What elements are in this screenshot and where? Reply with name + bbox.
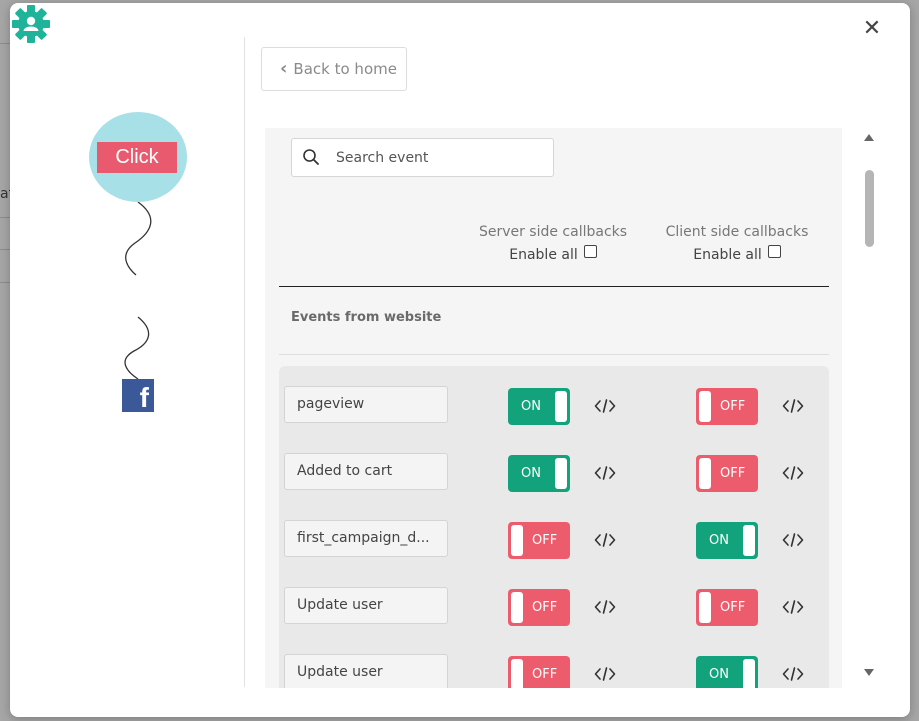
- event-name-field[interactable]: Update user: [284, 654, 448, 688]
- client-toggle-label: ON: [709, 533, 729, 548]
- event-name-field[interactable]: Update user: [284, 587, 448, 624]
- chevron-left-icon: ‹: [280, 58, 288, 79]
- code-icon[interactable]: [782, 599, 804, 615]
- flow-connector-lines: [124, 201, 152, 380]
- code-icon[interactable]: [782, 398, 804, 414]
- server-callback-toggle[interactable]: ON: [508, 455, 570, 492]
- client-callbacks-title: Client side callbacks: [665, 224, 809, 240]
- client-toggle-label: OFF: [720, 466, 746, 481]
- server-enable-all: Enable all: [473, 245, 633, 263]
- events-panel: Server side callbacks Enable all Client …: [265, 128, 842, 688]
- event-list: pageview ON OFF Added to cart ON OFF first_cam…: [279, 366, 829, 688]
- code-icon[interactable]: [594, 599, 616, 615]
- event-row: pageview ON OFF: [279, 386, 829, 426]
- client-toggle-label: OFF: [720, 600, 746, 615]
- back-to-home-label: Back to home: [293, 60, 397, 78]
- flow-diagram: Click f: [10, 3, 244, 703]
- code-icon[interactable]: [782, 532, 804, 548]
- server-toggle-label: ON: [521, 399, 541, 414]
- event-name-field[interactable]: Added to cart: [284, 453, 448, 490]
- click-node-label: Click: [97, 142, 177, 173]
- toggle-knob: [555, 458, 567, 489]
- code-icon[interactable]: [594, 532, 616, 548]
- toggle-knob: [555, 391, 567, 422]
- header-divider: [279, 286, 829, 287]
- code-icon[interactable]: [594, 398, 616, 414]
- client-enable-all: Enable all: [657, 245, 817, 263]
- event-row: Update user OFF ON: [279, 654, 829, 688]
- client-enable-all-checkbox[interactable]: [767, 245, 781, 258]
- server-callbacks-header: Server side callbacks Enable all: [473, 224, 633, 263]
- toggle-knob: [511, 592, 523, 623]
- server-toggle-label: OFF: [532, 600, 558, 615]
- back-to-home-button[interactable]: ‹ Back to home: [261, 47, 407, 91]
- scrollbar-thumb[interactable]: [865, 170, 874, 247]
- server-toggle-label: OFF: [532, 533, 558, 548]
- toggle-knob: [699, 458, 711, 489]
- client-toggle-label: OFF: [720, 399, 746, 414]
- section-divider: [279, 354, 829, 355]
- client-enable-all-label: Enable all: [693, 247, 762, 263]
- column-divider: [244, 37, 245, 687]
- toggle-knob: [743, 525, 755, 556]
- event-settings-modal: ✕ Click f ‹ Back to home Search event Se…: [10, 3, 910, 717]
- facebook-icon: f: [122, 379, 154, 412]
- client-callback-toggle[interactable]: OFF: [696, 589, 758, 626]
- code-icon[interactable]: [782, 465, 804, 481]
- client-callback-toggle[interactable]: OFF: [696, 455, 758, 492]
- close-icon[interactable]: ✕: [862, 18, 882, 40]
- search-box: [291, 138, 554, 177]
- toggle-knob: [699, 391, 711, 422]
- scroll-down-icon[interactable]: [863, 668, 875, 678]
- event-row: Update user OFF OFF: [279, 587, 829, 627]
- event-row: Added to cart ON OFF: [279, 453, 829, 493]
- toggle-knob: [743, 659, 755, 688]
- toggle-knob: [511, 659, 523, 688]
- server-toggle-label: ON: [521, 466, 541, 481]
- code-icon[interactable]: [594, 465, 616, 481]
- client-callbacks-header: Client side callbacks Enable all: [657, 224, 817, 263]
- event-name-field[interactable]: first_campaign_d...: [284, 520, 448, 557]
- section-title: Events from website: [291, 310, 442, 325]
- event-name-field[interactable]: pageview: [284, 386, 448, 423]
- client-callback-toggle[interactable]: OFF: [696, 388, 758, 425]
- server-enable-all-checkbox[interactable]: [583, 245, 597, 258]
- search-input[interactable]: [336, 147, 546, 169]
- server-toggle-label: OFF: [532, 667, 558, 682]
- client-callback-toggle[interactable]: ON: [696, 656, 758, 688]
- scroll-up-icon[interactable]: [863, 132, 875, 142]
- server-callback-toggle[interactable]: OFF: [508, 656, 570, 688]
- code-icon[interactable]: [782, 666, 804, 682]
- event-row: first_campaign_d... OFF ON: [279, 520, 829, 560]
- server-enable-all-label: Enable all: [509, 247, 578, 263]
- gear-icon: [12, 5, 50, 43]
- server-callback-toggle[interactable]: OFF: [508, 589, 570, 626]
- client-callback-toggle[interactable]: ON: [696, 522, 758, 559]
- client-toggle-label: ON: [709, 667, 729, 682]
- toggle-knob: [699, 592, 711, 623]
- server-callbacks-title: Server side callbacks: [478, 224, 628, 240]
- search-icon: [303, 149, 319, 165]
- server-callback-toggle[interactable]: OFF: [508, 522, 570, 559]
- toggle-knob: [511, 525, 523, 556]
- server-callback-toggle[interactable]: ON: [508, 388, 570, 425]
- code-icon[interactable]: [594, 666, 616, 682]
